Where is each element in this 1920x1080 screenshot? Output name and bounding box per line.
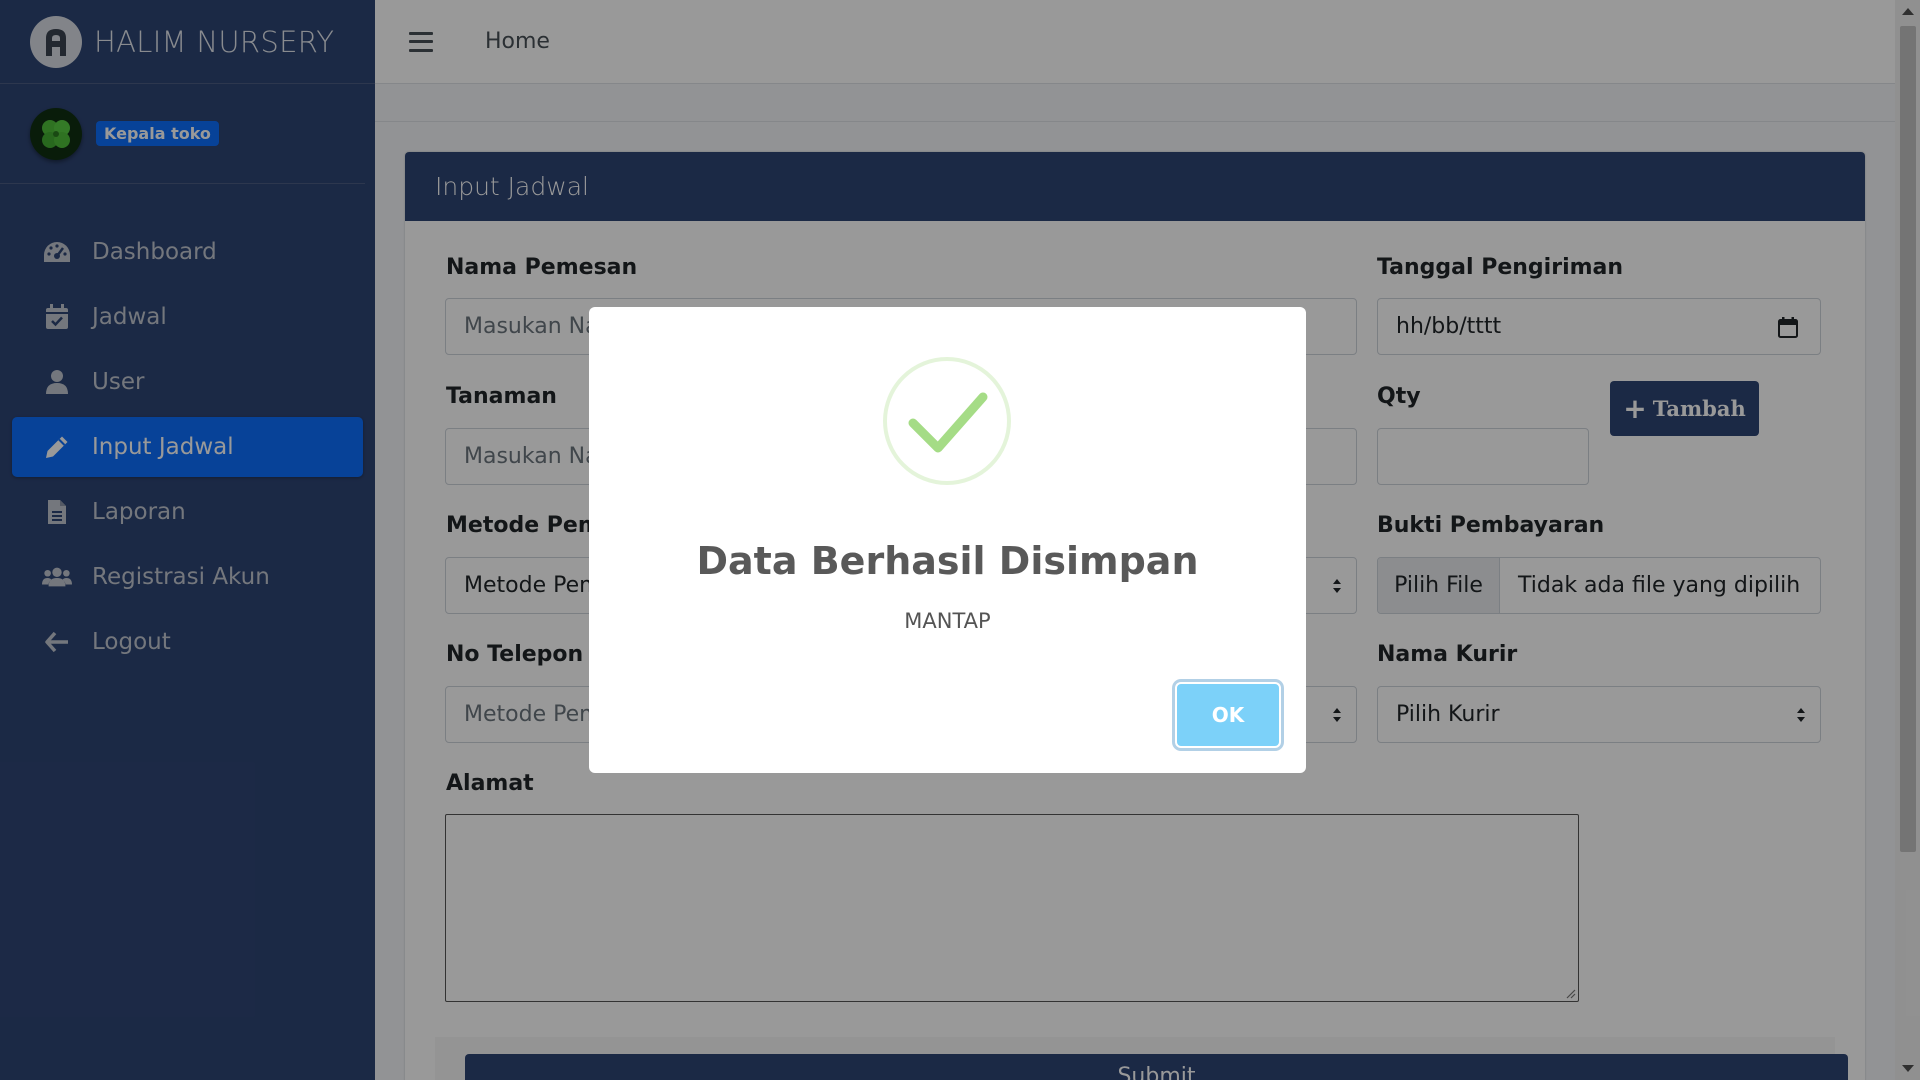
success-dialog: Data Berhasil Disimpan MANTAP OK bbox=[589, 307, 1306, 773]
ok-button[interactable]: OK bbox=[1175, 682, 1281, 748]
dialog-text: MANTAP bbox=[904, 609, 991, 633]
dialog-title: Data Berhasil Disimpan bbox=[696, 539, 1199, 583]
success-check-icon bbox=[881, 355, 1013, 487]
